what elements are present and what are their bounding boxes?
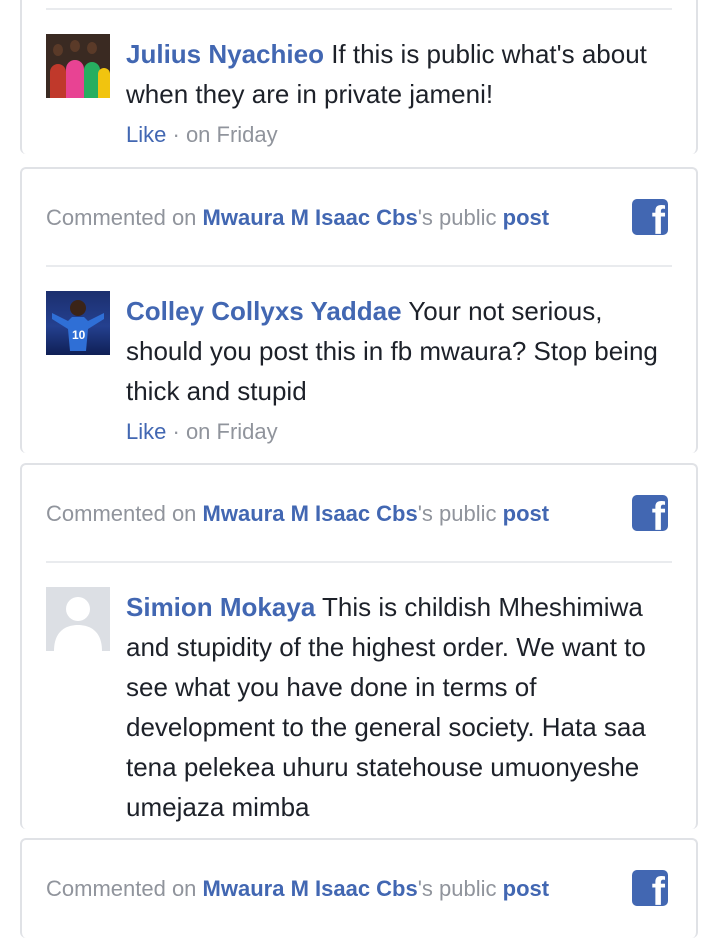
meta-separator: · xyxy=(172,122,180,147)
footballer-avatar-icon: 10 xyxy=(52,300,104,351)
avatar[interactable] xyxy=(46,587,110,651)
comment-time: on Friday xyxy=(185,419,278,444)
comment-meta: Like · on Friday xyxy=(126,122,278,148)
header-text: Commented on Mwaura M Isaac Cbs's public… xyxy=(46,205,549,231)
comment-card: Commented on Mwaura M Isaac Cbs's public… xyxy=(20,463,698,829)
header-text: Commented on Mwaura M Isaac Cbs's public… xyxy=(46,501,549,527)
card-header: Commented on Mwaura M Isaac Cbs's public… xyxy=(46,862,668,916)
header-prefix: Commented on xyxy=(46,501,197,526)
like-link[interactable]: Like xyxy=(126,419,166,444)
header-middle: 's public xyxy=(417,205,497,230)
comment-text: This is childish Mheshimiwa and stupidit… xyxy=(126,592,646,822)
default-user-icon xyxy=(54,597,102,651)
page-name-link[interactable]: Mwaura M Isaac Cbs xyxy=(203,501,418,526)
header-prefix: Commented on xyxy=(46,876,197,901)
comment-card: Commented on Mwaura M Isaac Cbs's public… xyxy=(20,838,698,938)
comment-body: Julius Nyachieo If this is public what's… xyxy=(126,34,666,114)
comment-card: Commented on Mwaura M Isaac Cbs's public… xyxy=(20,167,698,453)
comment-time: on Friday xyxy=(185,122,278,147)
like-link[interactable]: Like xyxy=(126,122,166,147)
facebook-icon[interactable]: f xyxy=(632,870,668,906)
header-prefix: Commented on xyxy=(46,205,197,230)
comment-author[interactable]: Julius Nyachieo xyxy=(126,39,324,69)
card-header: Commented on Mwaura M Isaac Cbs's public… xyxy=(46,191,668,245)
divider xyxy=(46,561,672,563)
header-middle: 's public xyxy=(417,501,497,526)
facebook-glyph: f xyxy=(651,495,665,531)
comment-author[interactable]: Colley Collyxs Yaddae xyxy=(126,296,402,326)
post-link[interactable]: post xyxy=(503,205,549,230)
facebook-glyph: f xyxy=(651,870,665,906)
comment-card: Julius Nyachieo If this is public what's… xyxy=(20,0,698,154)
comment-body: Simion Mokaya This is childish Mheshimiw… xyxy=(126,587,666,827)
header-text: Commented on Mwaura M Isaac Cbs's public… xyxy=(46,876,549,902)
avatar[interactable]: 10 xyxy=(46,291,110,355)
svg-text:10: 10 xyxy=(72,328,86,342)
comment-meta: Like · on Friday xyxy=(126,419,278,445)
comment-body: Colley Collyxs Yaddae Your not serious, … xyxy=(126,291,666,411)
facebook-icon[interactable]: f xyxy=(632,495,668,531)
divider xyxy=(46,8,672,10)
facebook-icon[interactable]: f xyxy=(632,199,668,235)
header-middle: 's public xyxy=(417,876,497,901)
avatar[interactable] xyxy=(46,34,110,98)
page-name-link[interactable]: Mwaura M Isaac Cbs xyxy=(203,205,418,230)
card-header: Commented on Mwaura M Isaac Cbs's public… xyxy=(46,487,668,541)
page-name-link[interactable]: Mwaura M Isaac Cbs xyxy=(203,876,418,901)
post-link[interactable]: post xyxy=(503,501,549,526)
divider xyxy=(46,265,672,267)
post-link[interactable]: post xyxy=(503,876,549,901)
comment-author[interactable]: Simion Mokaya xyxy=(126,592,315,622)
meta-separator: · xyxy=(172,419,180,444)
facebook-glyph: f xyxy=(651,199,665,235)
